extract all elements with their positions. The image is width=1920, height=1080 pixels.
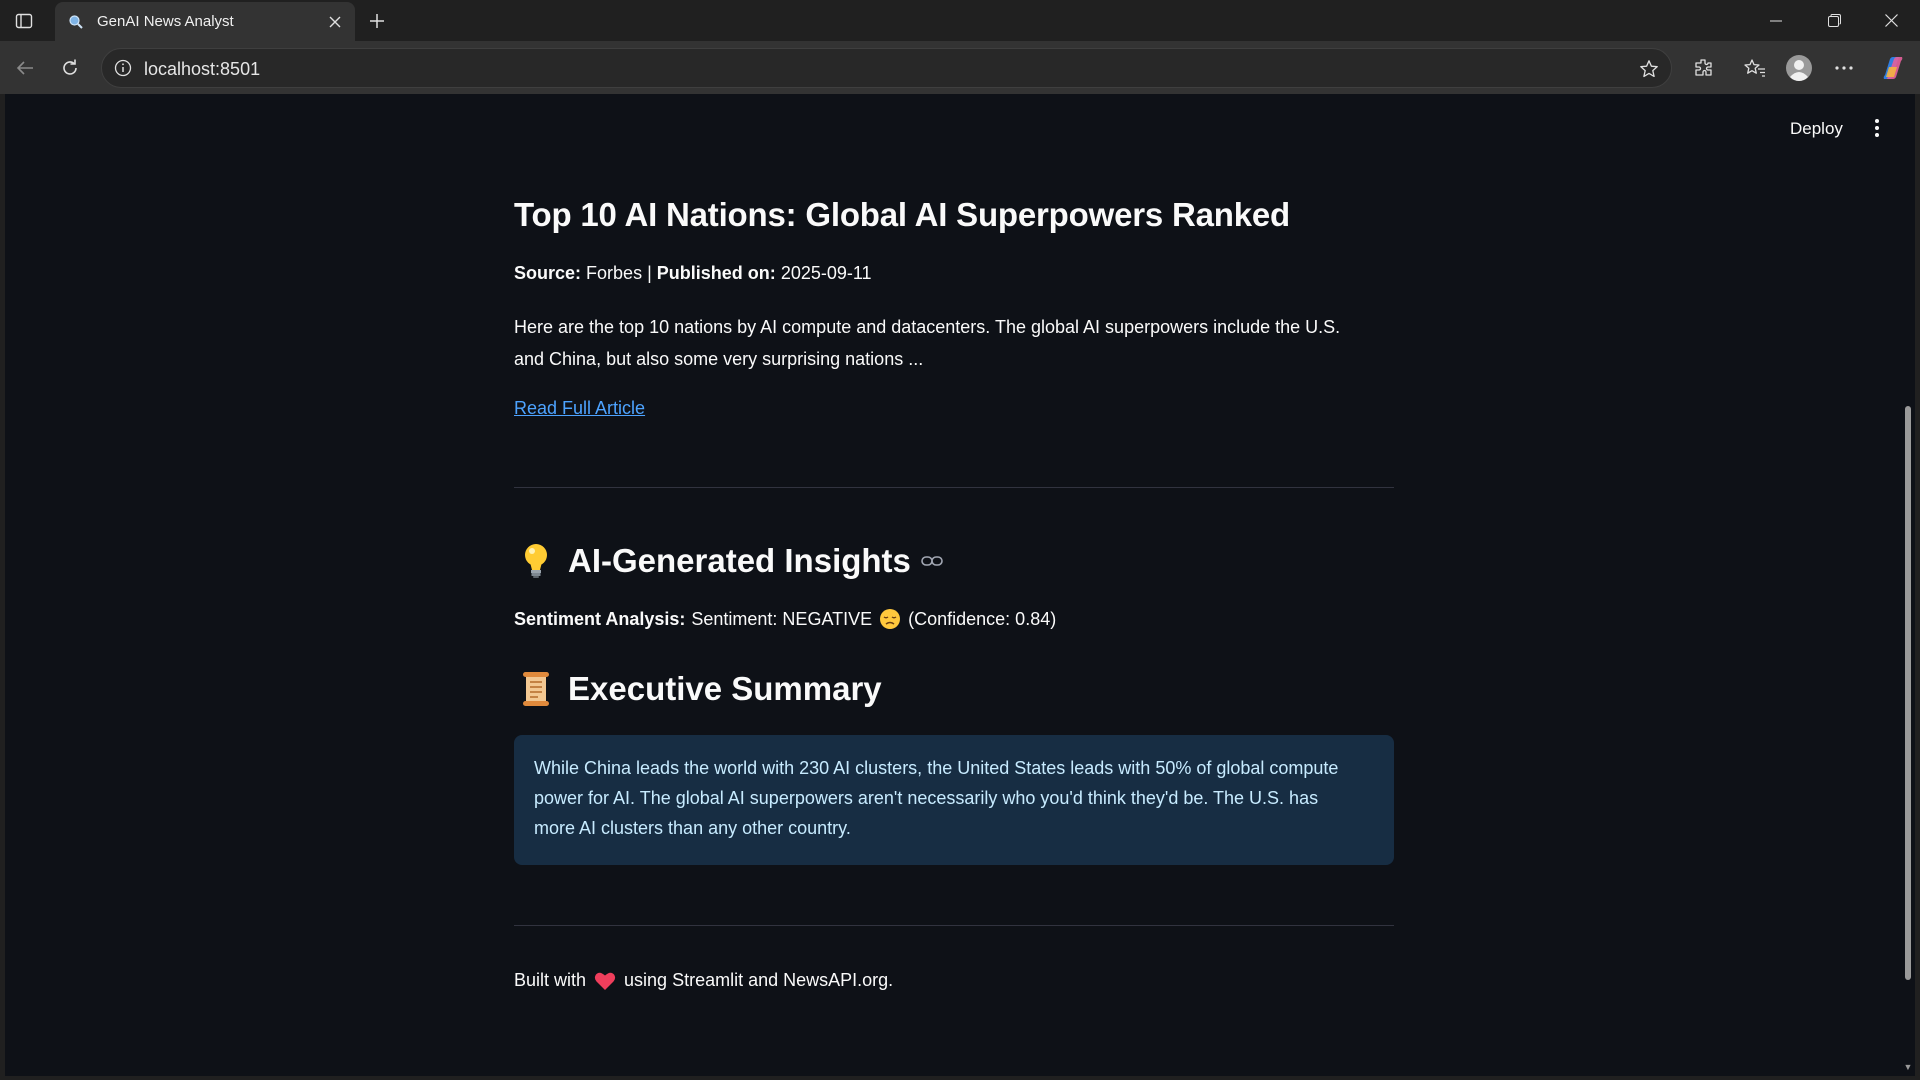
favicon-icon <box>67 13 85 31</box>
close-window-button[interactable] <box>1862 0 1920 41</box>
link-anchor-icon[interactable] <box>921 550 943 572</box>
favorites-icon[interactable] <box>1741 54 1769 82</box>
published-label: Published on: <box>656 263 776 283</box>
new-tab-button[interactable] <box>364 8 390 34</box>
divider <box>514 487 1394 488</box>
disappointed-face-icon <box>879 608 901 630</box>
tab-close-icon[interactable] <box>323 10 347 34</box>
article-meta: Source: Forbes | Published on: 2025-09-1… <box>514 263 872 284</box>
description-line: Here are the top 10 nations by AI comput… <box>514 317 1341 337</box>
address-bar[interactable]: localhost:8501 <box>101 48 1672 88</box>
read-full-article-link[interactable]: Read Full Article <box>514 398 645 419</box>
summary-line: power for AI. The global AI superpowers … <box>534 788 1319 808</box>
summary-line: more AI clusters than any other country. <box>534 818 851 838</box>
insights-heading-text: AI-Generated Insights <box>568 542 911 579</box>
heart-icon <box>594 971 616 991</box>
executive-summary-heading-text: Executive Summary <box>568 670 882 707</box>
deploy-button[interactable]: Deploy <box>1790 119 1843 139</box>
description-line: and China, but also some very surprising… <box>514 349 924 369</box>
scroll-icon <box>514 671 558 707</box>
minimize-button[interactable] <box>1747 0 1805 41</box>
sentiment-analysis: Sentiment Analysis: Sentiment: NEGATIVE … <box>514 608 1056 630</box>
browser-toolbar: localhost:8501 <box>0 41 1920 94</box>
executive-summary-box: While China leads the world with 230 AI … <box>514 735 1394 865</box>
main-menu-icon[interactable] <box>1870 116 1884 140</box>
article-description: Here are the top 10 nations by AI comput… <box>514 311 1394 375</box>
profile-avatar-icon[interactable] <box>1785 54 1813 82</box>
divider <box>514 925 1394 926</box>
favorite-star-icon[interactable] <box>1637 57 1661 81</box>
page-viewport: Deploy Top 10 AI Nations: Global AI Supe… <box>5 94 1915 1076</box>
lightbulb-icon <box>514 542 558 580</box>
tab-title: GenAI News Analyst <box>97 13 234 30</box>
refresh-icon[interactable] <box>56 54 84 82</box>
confidence-value: (Confidence: 0.84) <box>908 608 1057 629</box>
summary-line: While China leads the world with 230 AI … <box>534 758 1339 778</box>
copilot-icon[interactable] <box>1879 54 1907 82</box>
published-date: 2025-09-11 <box>780 263 872 283</box>
sentiment-label: Sentiment Analysis: <box>514 608 686 629</box>
meta-separator: | <box>647 263 652 283</box>
site-info-icon[interactable] <box>113 58 133 78</box>
url-text: localhost:8501 <box>144 59 261 79</box>
article-title: Top 10 AI Nations: Global AI Superpowers… <box>514 196 1290 233</box>
scroll-down-arrow-icon[interactable]: ▼ <box>1902 1062 1914 1072</box>
extensions-icon[interactable] <box>1689 54 1717 82</box>
more-options-icon[interactable] <box>1830 54 1858 82</box>
footer: Built with using Streamlit and NewsAPI.o… <box>514 970 893 991</box>
source-value: Forbes <box>586 263 643 283</box>
restore-button[interactable] <box>1805 0 1863 41</box>
source-label: Source: <box>514 263 582 283</box>
executive-summary-heading: Executive Summary <box>514 670 882 708</box>
browser-tab-active[interactable]: GenAI News Analyst <box>55 2 355 41</box>
insights-heading: AI-Generated Insights <box>514 542 943 580</box>
browser-tab-bar: GenAI News Analyst <box>0 0 1920 41</box>
scrollbar-thumb[interactable] <box>1905 406 1911 980</box>
sentiment-value: Sentiment: NEGATIVE <box>691 608 873 629</box>
footer-prefix: Built with <box>514 970 587 990</box>
footer-suffix: using Streamlit and NewsAPI.org. <box>624 970 894 990</box>
tab-actions-icon[interactable] <box>12 9 36 33</box>
back-arrow-icon[interactable] <box>11 54 39 82</box>
